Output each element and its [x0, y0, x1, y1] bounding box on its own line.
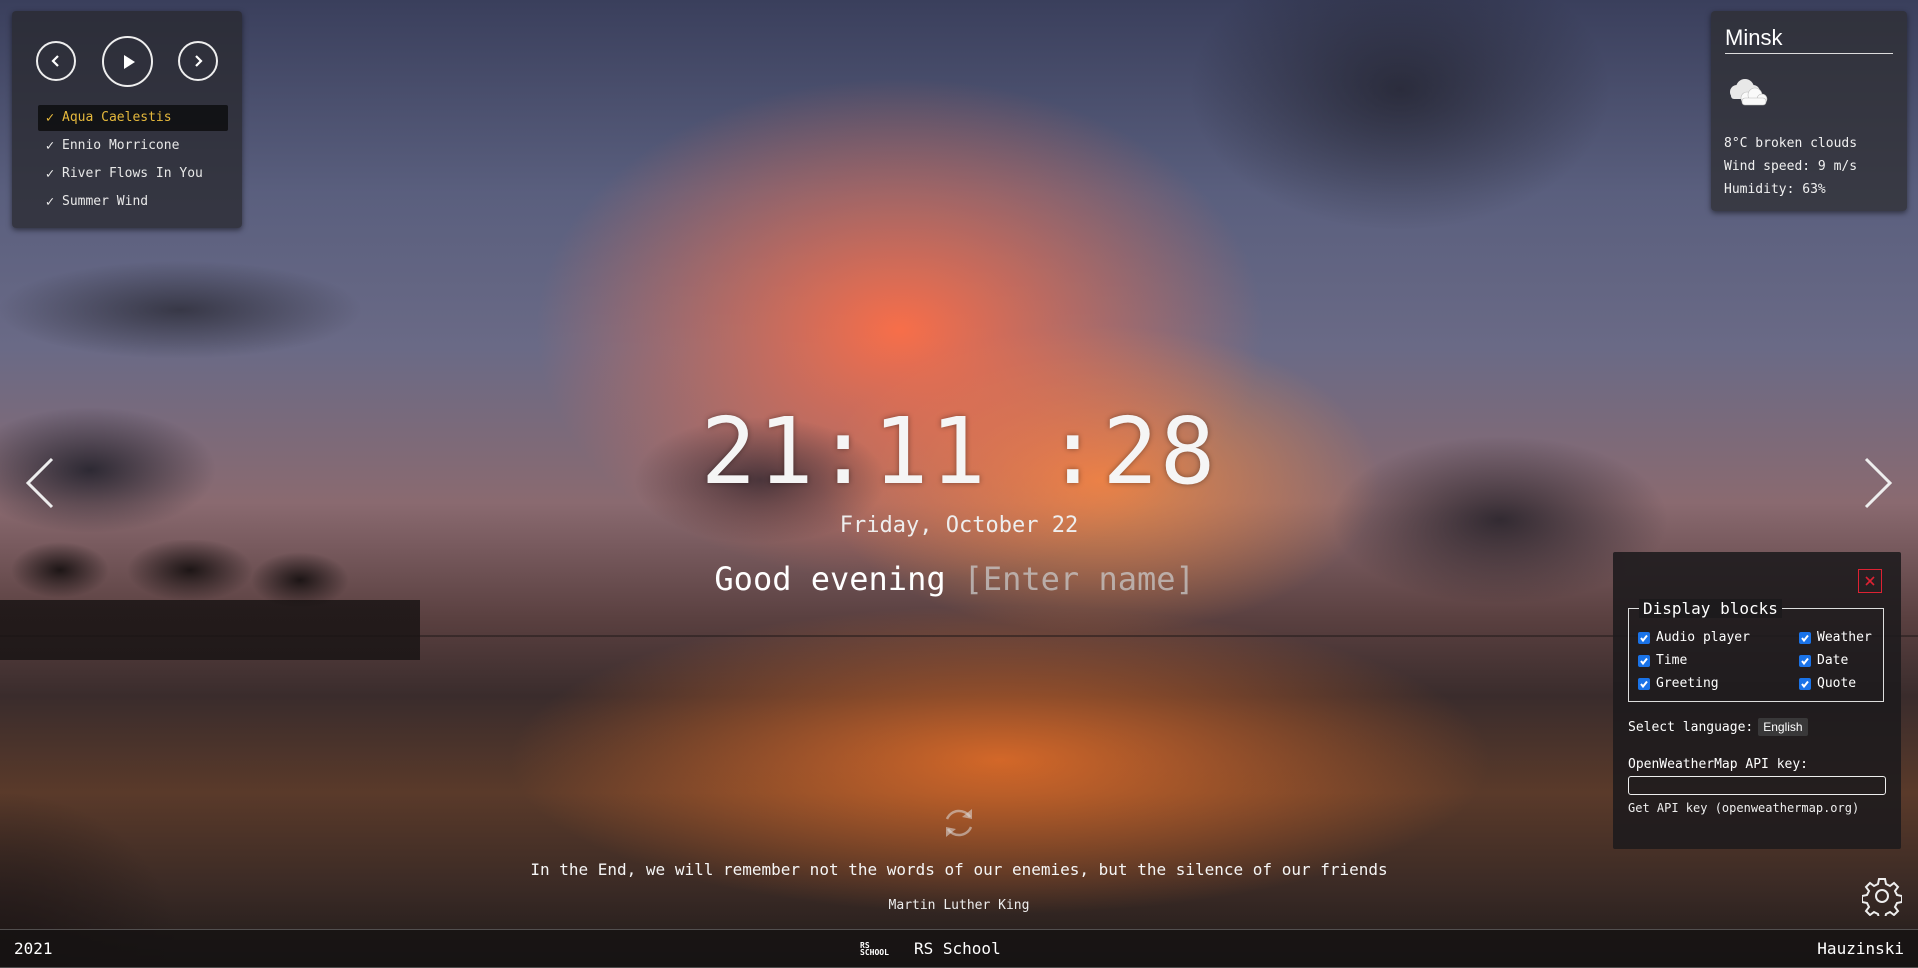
playlist-item[interactable]: ✓ Ennio Morricone: [38, 133, 228, 159]
option-date[interactable]: Date: [1799, 653, 1848, 668]
option-label: Greeting: [1656, 676, 1719, 691]
check-icon: ✓: [45, 166, 55, 182]
quote-text: In the End, we will remember not the wor…: [530, 860, 1388, 879]
background-shore: [0, 700, 300, 967]
language-label: Select language:: [1628, 719, 1754, 735]
rs-school-label: RS School: [914, 939, 1001, 958]
playlist: ✓ Aqua Caelestis ✓ Ennio Morricone ✓ Riv…: [38, 105, 228, 217]
prev-icon: [51, 55, 59, 67]
playlist-item-active[interactable]: ✓ Aqua Caelestis: [38, 105, 228, 131]
option-audio-player[interactable]: Audio player: [1638, 630, 1750, 645]
broken-clouds-icon: [1725, 78, 1769, 114]
audio-player: ✓ Aqua Caelestis ✓ Ennio Morricone ✓ Riv…: [12, 11, 242, 228]
option-weather[interactable]: Weather: [1799, 630, 1872, 645]
refresh-icon: [945, 809, 973, 837]
footer-author-link[interactable]: Hauzinski: [1817, 939, 1904, 958]
name-input[interactable]: [963, 560, 1204, 598]
checkbox-greeting[interactable]: [1638, 677, 1650, 690]
play-button[interactable]: [102, 36, 153, 87]
option-label: Quote: [1817, 676, 1857, 691]
option-quote[interactable]: Quote: [1799, 676, 1856, 691]
footer: 2021 RS SCHOOL RS School Hauzinski: [0, 929, 1918, 968]
clock: 21:11 :28: [700, 398, 1218, 505]
gear-icon: [1861, 878, 1903, 920]
language-row: Select language: English: [1628, 718, 1808, 736]
language-select[interactable]: English: [1758, 718, 1808, 736]
track-title: Ennio Morricone: [62, 138, 180, 153]
greeting-text: Good evening: [714, 560, 946, 598]
display-blocks-legend: Display blocks: [1639, 599, 1782, 618]
option-label: Date: [1817, 653, 1849, 668]
close-icon: [1865, 576, 1875, 586]
play-icon: [123, 54, 135, 69]
checkbox-quote[interactable]: [1799, 677, 1811, 690]
checkbox-time[interactable]: [1638, 654, 1650, 667]
change-quote-button[interactable]: [939, 803, 979, 847]
quote-author: Martin Luther King: [888, 898, 1030, 913]
weather-humidity: Humidity: 63%: [1724, 182, 1826, 197]
settings-button[interactable]: [1861, 876, 1903, 920]
checkbox-weather[interactable]: [1799, 631, 1811, 644]
api-key-label: OpenWeatherMap API key:: [1628, 757, 1809, 772]
next-icon: [195, 55, 203, 67]
prev-button[interactable]: [36, 41, 76, 81]
api-key-input[interactable]: [1628, 776, 1886, 795]
api-key-link[interactable]: Get API key (openweathermap.org): [1628, 801, 1859, 815]
option-label: Weather: [1817, 630, 1872, 645]
checkbox-audio-player[interactable]: [1638, 631, 1650, 644]
footer-year: 2021: [14, 939, 53, 958]
city-input[interactable]: Minsk: [1725, 25, 1893, 54]
rs-school-logo: RS SCHOOL: [860, 940, 889, 957]
weather-temperature: 8°C broken clouds: [1724, 136, 1858, 151]
track-title: Summer Wind: [62, 194, 149, 209]
option-time[interactable]: Time: [1638, 653, 1687, 668]
track-title: River Flows In You: [62, 166, 203, 181]
track-title: Aqua Caelestis: [62, 110, 172, 125]
playlist-item[interactable]: ✓ Summer Wind: [38, 189, 228, 215]
option-label: Time: [1656, 653, 1688, 668]
weather-widget: Minsk 8°C broken clouds Wind speed: 9 m/…: [1711, 11, 1907, 211]
option-greeting[interactable]: Greeting: [1638, 676, 1719, 691]
date: Friday, October 22: [839, 513, 1079, 538]
check-icon: ✓: [45, 194, 55, 210]
playlist-item[interactable]: ✓ River Flows In You: [38, 161, 228, 187]
settings-panel: Display blocks Audio player Weather Time…: [1613, 552, 1901, 849]
option-label: Audio player: [1656, 630, 1750, 645]
checkbox-date[interactable]: [1799, 654, 1811, 667]
check-icon: ✓: [45, 110, 55, 126]
rs-school-link[interactable]: RS SCHOOL RS School: [860, 939, 1001, 958]
next-button[interactable]: [178, 41, 218, 81]
weather-wind: Wind speed: 9 m/s: [1724, 159, 1858, 174]
check-icon: ✓: [45, 138, 55, 154]
background-palms: [0, 540, 420, 660]
settings-close-button[interactable]: [1858, 569, 1882, 593]
